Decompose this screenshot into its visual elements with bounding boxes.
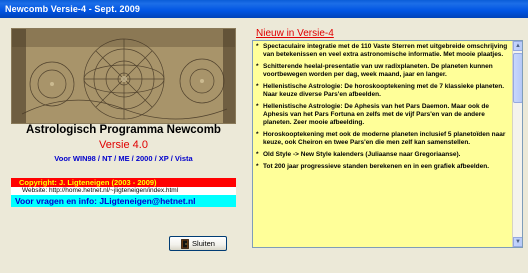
app-version: Versie 4.0 xyxy=(99,139,148,151)
copyright-banner: Copyright: J. Ligteneigen (2003 - 2009) xyxy=(11,178,236,187)
news-list-box[interactable]: Spectaculaire integratie met de 110 Vast… xyxy=(252,40,523,248)
vertical-scrollbar[interactable]: ▲ ▼ xyxy=(512,41,522,247)
astrolabe-image xyxy=(11,28,236,124)
window-titlebar[interactable]: Newcomb Versie-4 - Sept. 2009 xyxy=(0,0,528,18)
news-item: Schitterende heelal-presentatie van uw r… xyxy=(256,63,510,79)
close-button-label: Sluiten xyxy=(192,239,215,248)
supported-platforms: Voor WIN98 / NT / ME / 2000 / XP / Vista xyxy=(54,154,193,163)
news-item: Hellenistische Astrologie: De Aphesis va… xyxy=(256,103,510,127)
scroll-thumb[interactable] xyxy=(513,53,522,103)
contact-banner[interactable]: Voor vragen en info: JLigteneigen@hetnet… xyxy=(11,195,236,207)
news-item: Old Style -> New Style kalenders (Juliaa… xyxy=(256,151,510,159)
news-item: Horoskooptekening met ook de moderne pla… xyxy=(256,131,510,147)
close-button[interactable]: Sluiten xyxy=(169,236,227,251)
arrow-down-icon[interactable]: ▼ xyxy=(513,237,522,247)
main-window: Newcomb Versie-4 - Sept. 2009 Astrologis… xyxy=(0,0,528,273)
news-item: Spectaculaire integratie met de 110 Vast… xyxy=(256,43,510,59)
door-exit-icon xyxy=(181,238,189,249)
news-item: Tot 200 jaar progressieve standen bereke… xyxy=(256,163,510,171)
app-title: Astrologisch Programma Newcomb xyxy=(26,124,221,136)
arrow-up-icon[interactable]: ▲ xyxy=(513,41,522,51)
website-link[interactable]: Website: http://home.hetnet.nl/~jligtene… xyxy=(11,187,236,195)
news-list: Spectaculaire integratie met de 110 Vast… xyxy=(253,41,513,175)
window-title: Newcomb Versie-4 - Sept. 2009 xyxy=(5,4,140,14)
news-item: Hellenistische Astrologie: De horoskoopt… xyxy=(256,83,510,99)
news-heading: Nieuw in Versie-4 xyxy=(256,28,334,39)
